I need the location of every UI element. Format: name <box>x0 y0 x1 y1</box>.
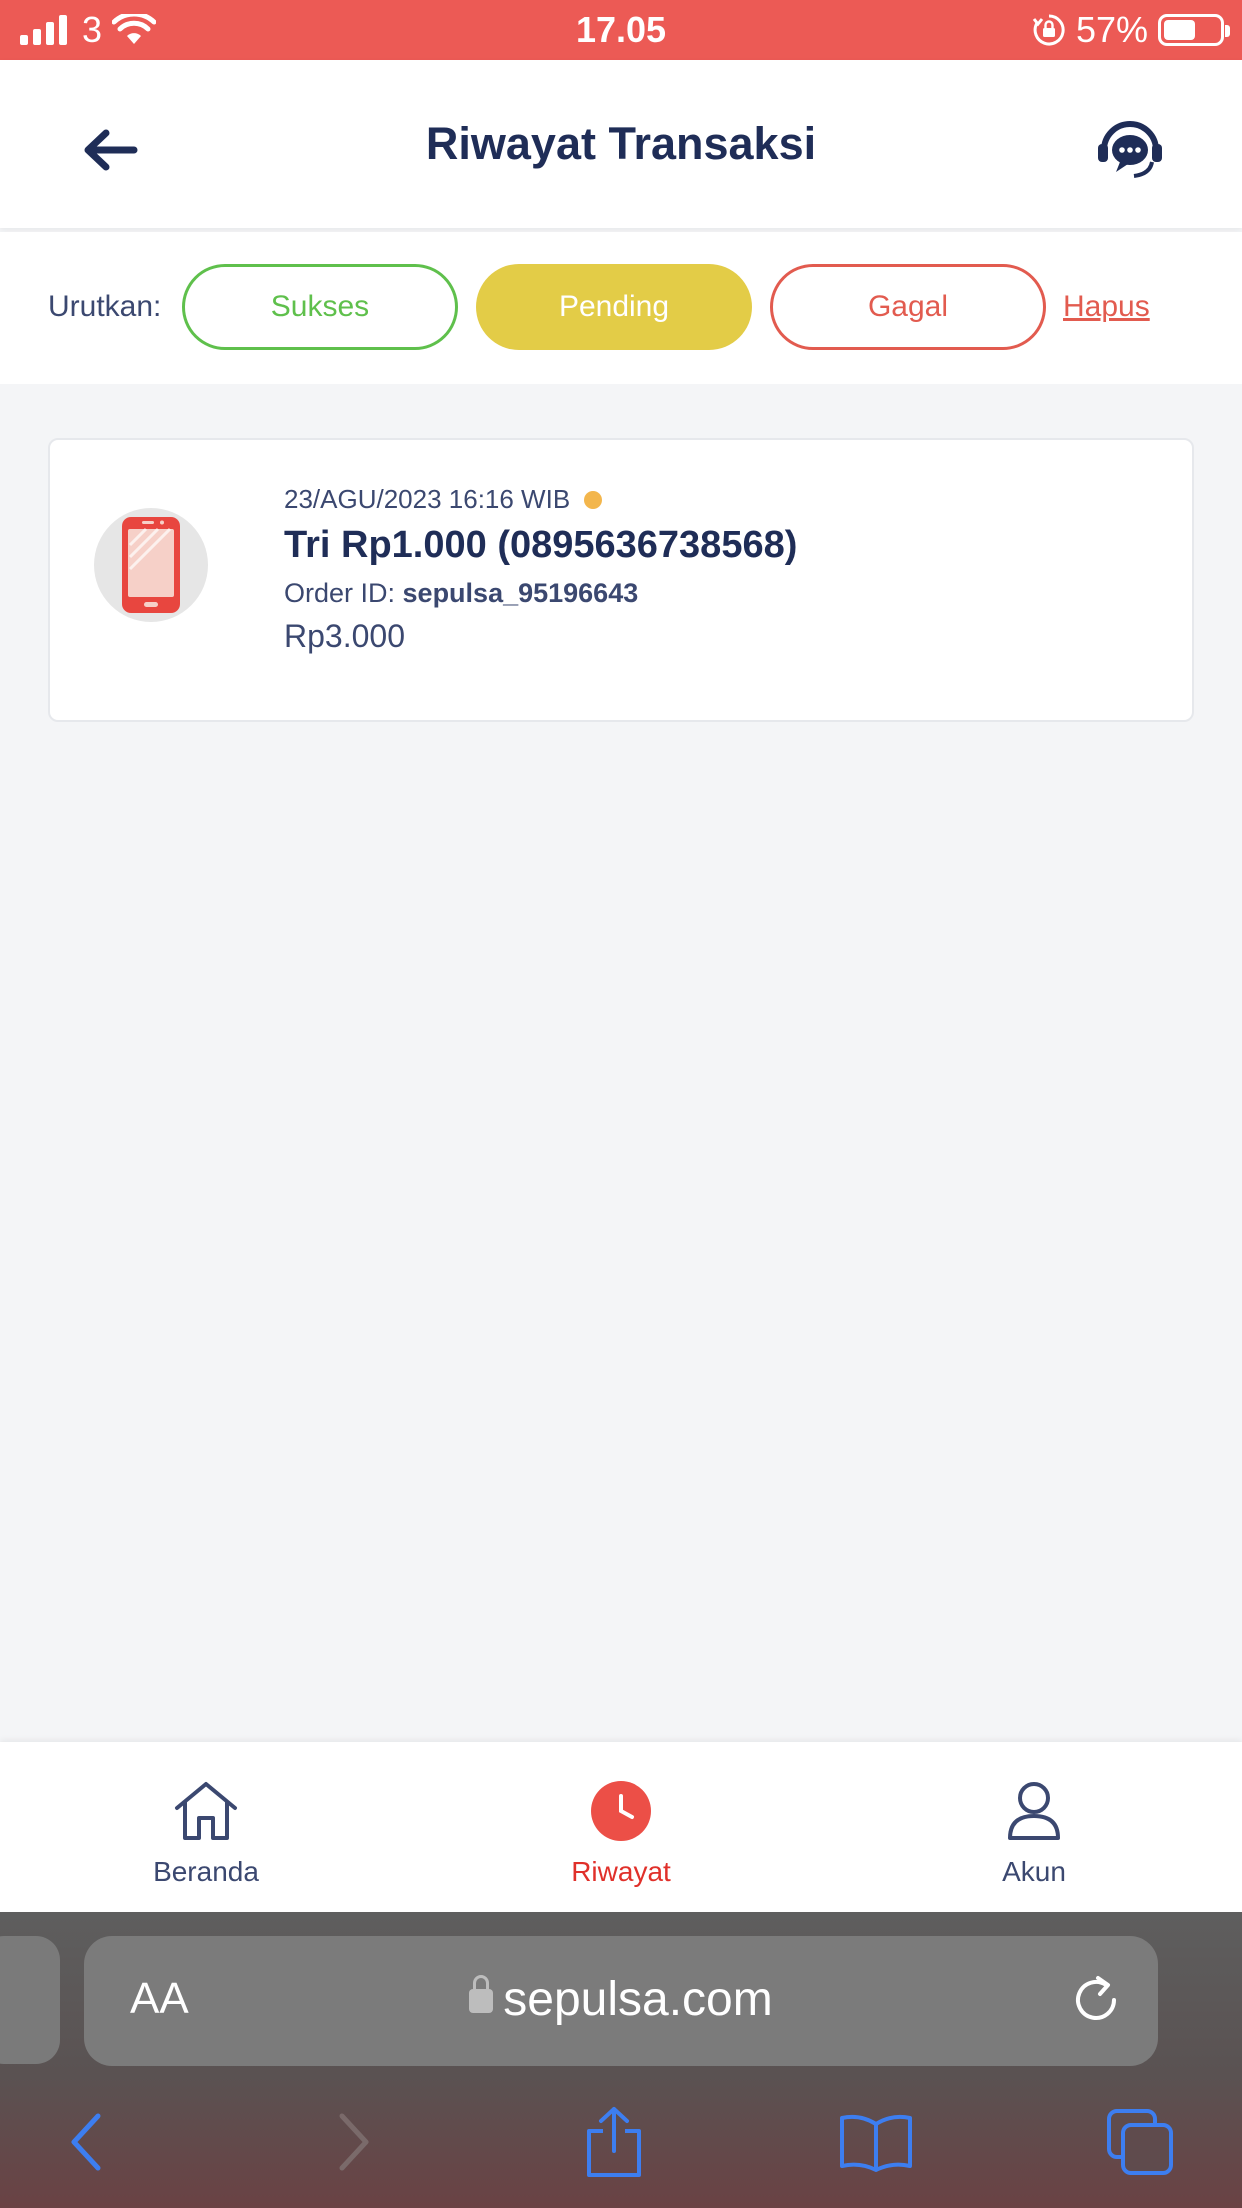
transaction-date-row: 23/AGU/2023 16:16 WIB <box>284 484 603 515</box>
status-dot <box>584 490 603 509</box>
tabs-button[interactable] <box>1100 2102 1180 2182</box>
order-id-label: Order ID: <box>284 578 403 608</box>
transaction-title: Tri Rp1.000 (0895636738568) <box>284 524 798 566</box>
transaction-date: 23/AGU/2023 16:16 WIB <box>284 484 571 514</box>
battery-level <box>1164 20 1195 40</box>
browser-toolbar <box>0 2102 1242 2192</box>
order-id-row: Order ID: sepulsa_95196643 <box>284 578 638 609</box>
reload-icon[interactable] <box>1068 1972 1124 2028</box>
order-id-value: sepulsa_95196643 <box>402 578 639 608</box>
bottom-nav: Beranda Riwayat Akun <box>0 1742 1242 1912</box>
clock-icon <box>588 1778 654 1844</box>
browser-forward-button[interactable] <box>314 2102 394 2182</box>
chevron-right-icon <box>339 2113 369 2171</box>
filter-sukses-button[interactable]: Sukses <box>182 264 458 350</box>
app-header: Riwayat Transaksi <box>0 60 1242 228</box>
lock-icon <box>469 1975 494 2013</box>
share-button[interactable] <box>574 2102 654 2182</box>
share-icon <box>587 2107 641 2177</box>
transaction-icon-badge <box>94 508 208 622</box>
headset-chat-icon <box>1098 121 1162 178</box>
rotation-lock-icon <box>1032 14 1065 46</box>
book-icon <box>840 2114 912 2172</box>
address-bar[interactable]: AA sepulsa.com <box>84 1936 1158 2066</box>
nav-riwayat[interactable]: Riwayat <box>471 1742 771 1912</box>
nav-akun-label: Akun <box>1002 1856 1066 1887</box>
status-right: 57% <box>1032 0 1230 60</box>
transaction-card[interactable]: 23/AGU/2023 16:16 WIB Tri Rp1.000 (08956… <box>48 438 1194 722</box>
user-icon <box>1001 1778 1067 1844</box>
tabs-icon <box>1107 2109 1173 2175</box>
page-title: Riwayat Transaksi <box>425 118 817 169</box>
nav-beranda[interactable]: Beranda <box>56 1742 356 1912</box>
transaction-amount: Rp3.000 <box>284 618 405 654</box>
nav-riwayat-label: Riwayat <box>571 1856 671 1887</box>
home-icon <box>173 1778 239 1844</box>
customer-support-button[interactable] <box>1090 108 1170 188</box>
chevron-left-icon <box>71 2113 101 2171</box>
browser-back-button[interactable] <box>46 2102 126 2182</box>
filter-bar: Urutkan: Sukses Pending Gagal Hapus <box>0 232 1242 384</box>
nav-beranda-label: Beranda <box>153 1856 259 1887</box>
sort-label: Urutkan: <box>48 290 162 323</box>
battery-percent: 57% <box>1075 9 1148 50</box>
clear-filter-link[interactable]: Hapus <box>1063 290 1150 324</box>
status-bar: 3 17.05 57% <box>0 0 1242 60</box>
url-display: sepulsa.com <box>84 1972 1158 2027</box>
filter-gagal-button[interactable]: Gagal <box>770 264 1046 350</box>
nav-akun[interactable]: Akun <box>884 1742 1184 1912</box>
smartphone-icon <box>122 517 180 613</box>
battery-icon <box>1158 14 1230 46</box>
filter-pending-button[interactable]: Pending <box>476 264 752 350</box>
previous-tab-preview[interactable] <box>0 1936 60 2064</box>
browser-chrome: AA sepulsa.com <box>0 1912 1242 2208</box>
bookmarks-button[interactable] <box>836 2102 916 2182</box>
url-text: sepulsa.com <box>503 1973 773 2026</box>
